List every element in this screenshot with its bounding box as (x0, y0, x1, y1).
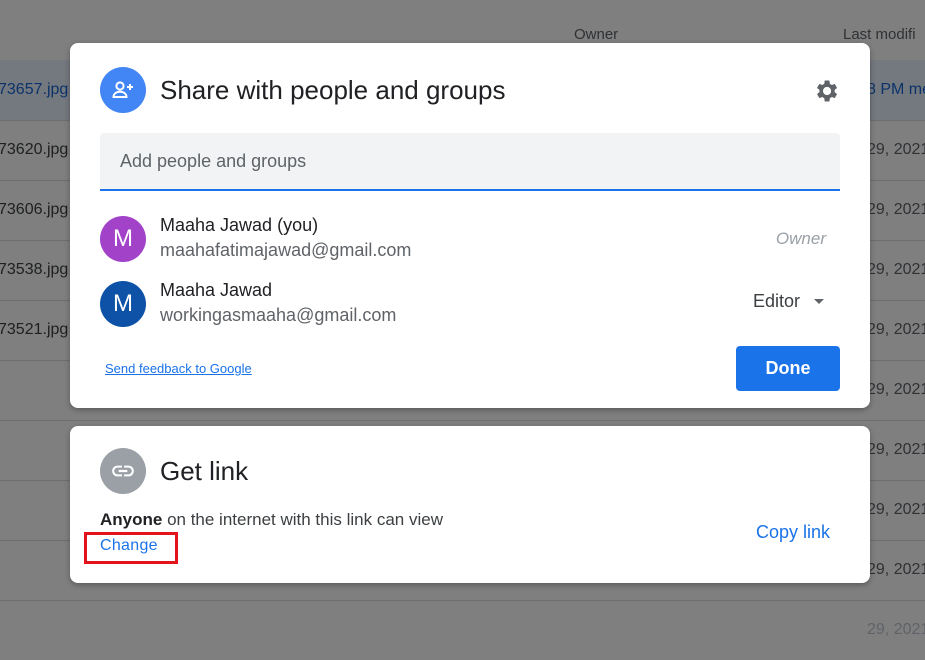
role-dropdown[interactable]: Editor (753, 291, 826, 312)
person-name: Maaha Jawad (you) (160, 215, 319, 235)
role-label-owner: Owner (775, 229, 826, 248)
get-link-title: Get link (160, 456, 249, 486)
get-link-panel: Get link Anyone on the internet with thi… (70, 426, 870, 583)
link-access-scope: Anyone (100, 510, 163, 529)
add-people-input[interactable] (100, 133, 840, 189)
person-email: maahafatimajawad@gmail.com (160, 240, 412, 260)
file-date: 29, 2021 (867, 621, 925, 638)
caret-down-icon (814, 299, 824, 304)
add-people-field[interactable] (100, 133, 840, 191)
link-icon (100, 448, 146, 494)
person-name: Maaha Jawad (160, 280, 273, 300)
share-dialog: Share with people and groups M Maaha Jaw… (70, 43, 870, 408)
person-email: workingasmaaha@gmail.com (160, 305, 397, 325)
copy-link-button[interactable]: Copy link (756, 522, 830, 543)
link-access-description: Anyone on the internet with this link ca… (100, 510, 443, 530)
send-feedback-link[interactable]: Send feedback to Google (105, 361, 252, 376)
avatar: M (100, 216, 146, 262)
add-person-icon (100, 67, 146, 113)
person-row-editor: M Maaha Jawad workingasmaaha@gmail.com E… (100, 278, 840, 330)
person-row-owner: M Maaha Jawad (you) maahafatimajawad@gma… (100, 213, 840, 265)
done-button[interactable]: Done (736, 346, 840, 391)
avatar: M (100, 281, 146, 327)
gear-icon[interactable] (812, 77, 840, 105)
role-dropdown-value: Editor (752, 291, 800, 311)
link-access-detail: on the internet with this link can view (162, 510, 443, 529)
share-dialog-title: Share with people and groups (160, 75, 506, 105)
change-link-button[interactable]: Change (100, 537, 158, 555)
